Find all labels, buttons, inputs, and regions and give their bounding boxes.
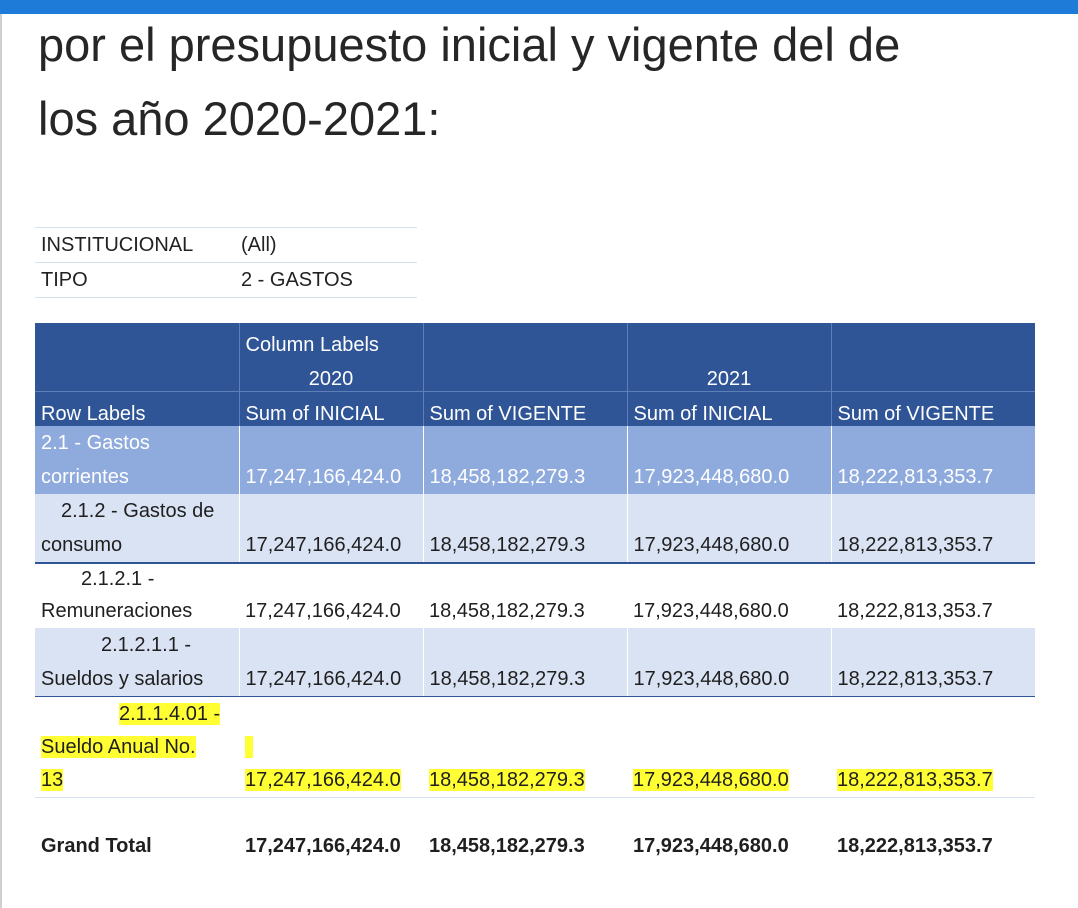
table-row: 2.1.2.1.1 - Sueldos y salarios 17,247,166… [35, 628, 1035, 697]
row-label-line: Sueldos y salarios [41, 668, 204, 690]
value-cell: 18,458,182,279.3 [422, 494, 627, 564]
measure-header: Sum of VIGENTE [422, 391, 627, 426]
value-cell: 18,222,813,353.7 [830, 426, 1035, 494]
column-labels-header[interactable]: Column Labels [238, 323, 423, 357]
measure-header: Sum of VIGENTE [830, 391, 1035, 426]
filter-value[interactable]: 2 - GASTOS [235, 262, 417, 298]
measure-header: Sum of INICIAL [626, 391, 831, 426]
value-cell: 18,222,813,353.7 [831, 696, 1035, 798]
row-label-line: 13 [41, 764, 233, 797]
filter-key: INSTITUCIONAL [35, 227, 235, 263]
value-cell: 18,458,182,279.3 [422, 628, 627, 697]
value-cell: 18,458,182,279.3 [423, 696, 627, 798]
row-label-line: consumo [41, 534, 123, 556]
filter-value[interactable]: (All) [235, 227, 417, 263]
grand-total-value: 17,923,448,680.0 [633, 834, 789, 857]
value-cell: 18,222,813,353.7 [830, 628, 1035, 697]
header-cell [422, 323, 627, 357]
header-cell [626, 323, 831, 357]
value-cell: 18,458,182,279.3 [423, 563, 627, 628]
pivot-table: Column Labels 2020 2021 Row Labels Sum o… [35, 323, 1035, 894]
value-cell: 17,923,448,680.0 [626, 628, 831, 697]
value-cell: 17,923,448,680.0 [627, 696, 831, 798]
row-labels-header[interactable]: Row Labels [35, 391, 239, 426]
year-2021-header: 2021 [626, 357, 831, 392]
filter-key: TIPO [35, 262, 235, 298]
table-row: 2.1.2.1 - Remuneraciones 17,247,166,424.0… [35, 563, 1035, 628]
grand-total-value: 18,222,813,353.7 [837, 834, 993, 857]
pivot-year-row: 2020 2021 [35, 357, 1035, 392]
row-label[interactable]: 2.1.2 - Gastos de consumo [35, 494, 239, 564]
value-cell: 17,247,166,424.0 [239, 696, 423, 798]
value-cell: 17,923,448,680.0 [626, 494, 831, 564]
row-label-line: Sueldo Anual No. [41, 731, 233, 764]
highlighted-value: 18,458,182,279.3 [429, 769, 585, 791]
highlighted-text: 2.1.1.4.01 - [119, 703, 221, 725]
value-cell: 17,923,448,680.0 [626, 426, 831, 494]
header-cell [35, 323, 239, 357]
table-row: 2.1.1.4.01 - Sueldo Anual No. 13 17,247,… [35, 696, 1035, 798]
filter-row: INSTITUCIONAL (All) [35, 227, 417, 263]
value-cell: 17,923,448,680.0 [627, 563, 831, 628]
table-row: 2.1 - Gastos corrientes 17,247,166,424.0… [35, 426, 1035, 494]
highlighted-value: 17,923,448,680.0 [633, 769, 789, 791]
row-label-line: 2.1.2 - Gastos de [61, 500, 215, 522]
left-border [0, 14, 2, 908]
value-cell: 18,458,182,279.3 [422, 426, 627, 494]
pivot-header-row: Column Labels [35, 323, 1035, 357]
row-label-line: 2.1.2.1 - [81, 568, 155, 590]
heading-line-2: los año 2020-2021: [38, 92, 441, 145]
row-label[interactable]: 2.1.2.1.1 - Sueldos y salarios [35, 628, 239, 697]
highlighted-value: 17,247,166,424.0 [245, 769, 401, 791]
highlighted-text: 13 [41, 769, 64, 791]
row-label-line: 2.1.1.4.01 - [41, 698, 233, 731]
highlight-mark [245, 735, 253, 758]
heading-line-1: por el presupuesto inicial y vigente del… [38, 18, 901, 71]
section-heading: por el presupuesto inicial y vigente del… [38, 8, 1068, 156]
value-cell: 17,247,166,424.0 [238, 426, 423, 494]
filter-row: TIPO 2 - GASTOS [35, 262, 417, 298]
filter-table: INSTITUCIONAL (All) TIPO 2 - GASTOS [35, 227, 417, 298]
table-row: 2.1.2 - Gastos de consumo 17,247,166,424.… [35, 494, 1035, 564]
grand-total-value: 17,247,166,424.0 [245, 834, 401, 857]
header-cell [830, 357, 1035, 392]
row-label-line: Remuneraciones [41, 600, 193, 622]
value-cell: 17,247,166,424.0 [239, 563, 423, 628]
value-cell: 18,222,813,353.7 [831, 563, 1035, 628]
highlighted-value: 18,222,813,353.7 [837, 769, 993, 791]
measure-header: Sum of INICIAL [238, 391, 423, 426]
grand-total-value: 18,458,182,279.3 [429, 834, 585, 857]
row-label[interactable]: 2.1 - Gastos corrientes [35, 426, 239, 494]
header-cell [35, 357, 239, 392]
value-cell: 18,222,813,353.7 [830, 494, 1035, 564]
row-label[interactable]: 2.1.2.1 - Remuneraciones [35, 563, 239, 628]
grand-total-label: Grand Total [41, 834, 152, 857]
header-cell [422, 357, 627, 392]
year-2020-header: 2020 [238, 357, 423, 392]
value-cell: 17,247,166,424.0 [238, 628, 423, 697]
grand-total-row: Grand Total 17,247,166,424.0 18,458,182,… [35, 798, 1035, 895]
row-label-line: 2.1.2.1.1 - [101, 634, 192, 656]
row-label[interactable]: 2.1.1.4.01 - Sueldo Anual No. 13 [35, 696, 239, 798]
highlighted-text: Sueldo Anual No. [41, 736, 196, 758]
header-cell [830, 323, 1035, 357]
value-cell: 17,247,166,424.0 [238, 494, 423, 564]
pivot-measure-row: Row Labels Sum of INICIAL Sum of VIGENTE… [35, 391, 1035, 426]
